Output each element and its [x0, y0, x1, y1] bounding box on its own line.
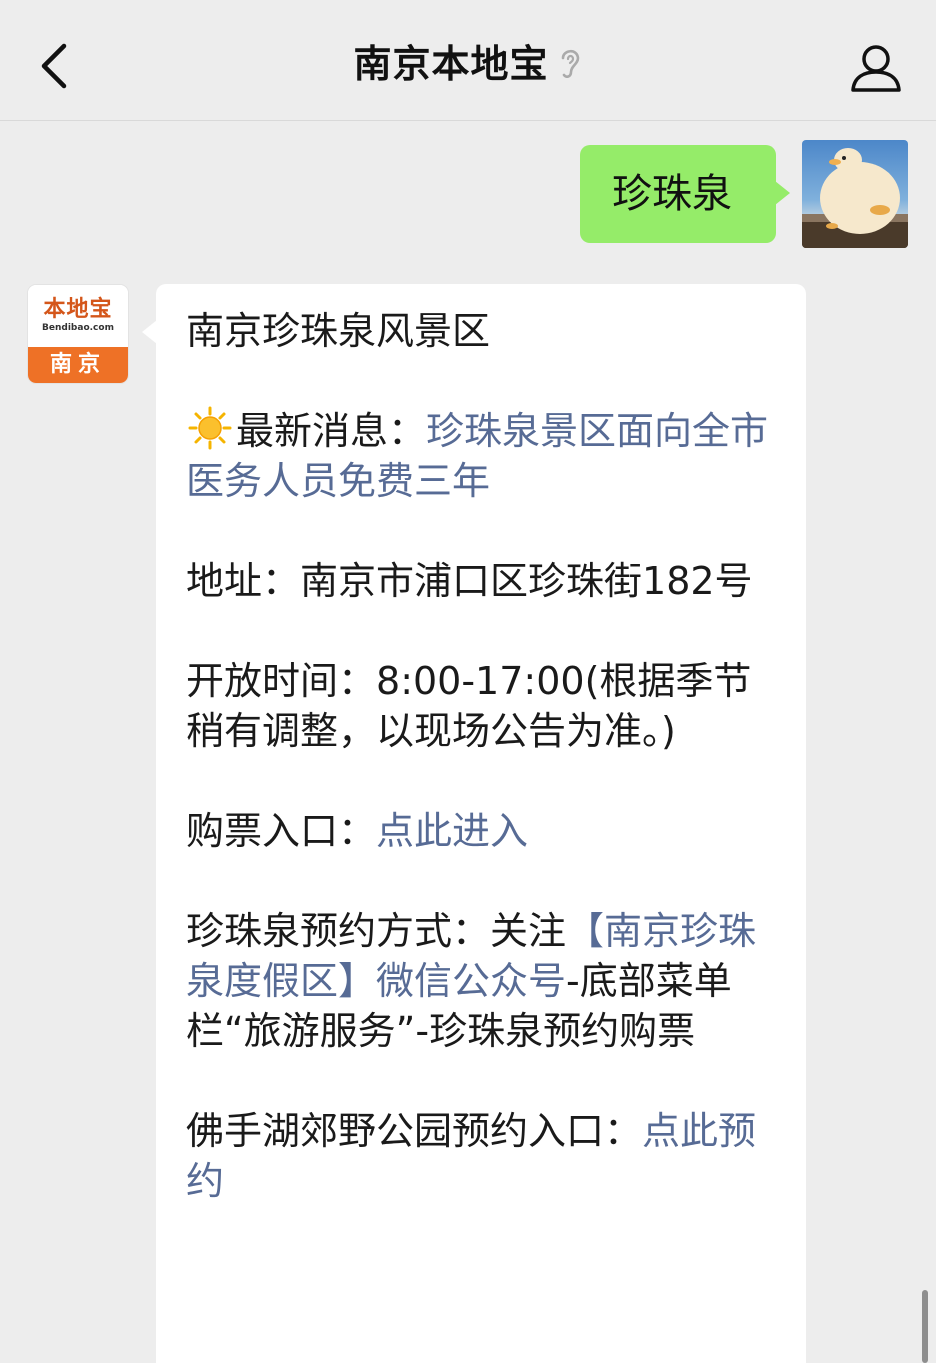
incoming-bubble: 南京珍珠泉风景区 最新消息：珍珠泉景区面向全市医务人员免费三年 地址：南京市浦口…: [142, 284, 806, 1363]
duck-figure-image: [802, 148, 908, 248]
logo-city: 南京: [28, 347, 128, 383]
message-title: 南京珍珠泉风景区: [186, 309, 491, 353]
hours-label: 开放时间：: [186, 659, 377, 703]
foshou-label: 佛手湖郊野公园预约入口：: [186, 1109, 643, 1153]
news-paragraph: 最新消息：珍珠泉景区面向全市医务人员免费三年: [186, 406, 786, 506]
hours-paragraph: 开放时间：8:00-17:00(根据季节稍有调整，以现场公告为准。): [186, 656, 786, 756]
user-avatar[interactable]: [802, 140, 908, 248]
foshou-paragraph: 佛手湖郊野公园预约入口：点此预约: [186, 1106, 786, 1206]
chat-title: 南京本地宝: [353, 41, 549, 86]
reserve-paragraph: 珍珠泉预约方式：关注【南京珍珠泉度假区】微信公众号-底部菜单栏“旅游服务”-珍珠…: [186, 906, 786, 1056]
profile-button[interactable]: [846, 38, 906, 98]
ticket-paragraph: 购票入口：点此进入: [186, 806, 786, 856]
news-label: 最新消息：: [236, 409, 427, 453]
reserve-label: 珍珠泉预约方式：关注: [186, 909, 567, 953]
title-wrap: 南京本地宝: [0, 0, 936, 120]
bendibao-avatar[interactable]: 本地宝 Bendibao.com 南京: [28, 285, 128, 383]
user-icon: [851, 45, 901, 92]
address-paragraph: 地址：南京市浦口区珍珠街182号: [186, 556, 786, 606]
logo-text: 本地宝: [43, 297, 113, 322]
sun-icon: [188, 406, 232, 450]
logo-subtext: Bendibao.com: [42, 323, 114, 333]
scrollbar[interactable]: [922, 1290, 928, 1363]
ticket-link[interactable]: 点此进入: [376, 809, 528, 853]
logo-top: 本地宝 Bendibao.com: [28, 285, 128, 347]
outgoing-message-row: 珍珠泉: [580, 140, 908, 248]
ear-icon[interactable]: [557, 44, 583, 80]
outgoing-bubble[interactable]: 珍珠泉: [580, 145, 790, 243]
ticket-label: 购票入口：: [186, 809, 377, 853]
address-label: 地址：: [186, 559, 301, 603]
chat-screen: 南京本地宝 珍珠泉 本地宝 Bendibao.com 南京 南京珍珠泉风景区 最…: [0, 0, 936, 1363]
message-content: 南京珍珠泉风景区 最新消息：珍珠泉景区面向全市医务人员免费三年 地址：南京市浦口…: [186, 306, 786, 1256]
header-bar: 南京本地宝: [0, 0, 936, 121]
address-value: 南京市浦口区珍珠街182号: [300, 559, 753, 603]
